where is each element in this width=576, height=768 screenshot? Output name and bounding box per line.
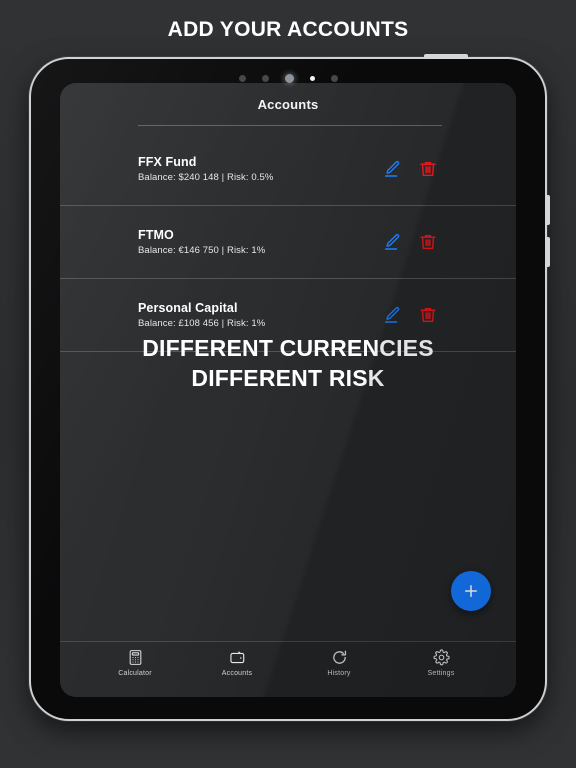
account-info: FTMO Balance: €146 750 | Risk: 1%: [138, 228, 265, 256]
account-info: FFX Fund Balance: $240 148 | Risk: 0.5%: [138, 155, 273, 183]
pencil-icon[interactable]: [382, 159, 402, 179]
account-details: Balance: $240 148 | Risk: 0.5%: [138, 172, 274, 183]
wallet-icon: [229, 649, 246, 666]
row-actions: [382, 159, 438, 179]
header-divider: [138, 125, 442, 126]
overlay-copy-line-1: DIFFERENT CURRENCIES: [142, 335, 434, 361]
gear-icon: [432, 649, 450, 666]
power-button[interactable]: [424, 54, 468, 59]
page-title: ADD YOUR ACCOUNTS: [167, 18, 409, 41]
trash-icon[interactable]: [418, 305, 438, 325]
tab-label: Calculator: [118, 670, 152, 677]
add-account-button[interactable]: [451, 571, 491, 611]
accounts-list: FFX Fund Balance: $240 148 | Risk: 0.5%: [60, 133, 516, 352]
table-row[interactable]: FFX Fund Balance: $240 148 | Risk: 0.5%: [60, 133, 516, 206]
carousel-dots[interactable]: [31, 70, 545, 86]
plus-icon: [462, 582, 480, 600]
table-row[interactable]: FTMO Balance: €146 750 | Risk: 1%: [60, 206, 516, 279]
tab-accounts[interactable]: Accounts: [201, 649, 273, 677]
tablet-device-frame: Accounts FFX Fund Balance: $240 148 | Ri…: [29, 54, 550, 721]
account-details: Balance: €146 750 | Risk: 1%: [138, 245, 266, 256]
trash-icon[interactable]: [418, 159, 438, 179]
carousel-dot-1[interactable]: [238, 74, 246, 82]
tab-label: Settings: [427, 670, 455, 677]
bottom-navigation: Calculator Accounts History Settings: [60, 641, 516, 697]
overlay-copy-line-2: DIFFERENT RISK: [191, 365, 385, 392]
refresh-icon: [331, 649, 348, 666]
trash-icon[interactable]: [418, 232, 438, 252]
screenshot-root: ADD YOUR ACCOUNTS Accounts FFX Fund Bala…: [0, 0, 576, 768]
account-name: FTMO: [138, 228, 174, 242]
tab-calculator[interactable]: Calculator: [99, 649, 171, 677]
volume-down-button[interactable]: [545, 237, 550, 267]
overlay-copy: DIFFERENT CURRENCIES DIFFERENT RISK: [60, 333, 516, 394]
carousel-dot-5[interactable]: [330, 74, 338, 82]
screen-title: Accounts: [257, 97, 319, 112]
carousel-dot-4-active[interactable]: [309, 75, 315, 81]
tab-settings[interactable]: Settings: [405, 649, 477, 677]
calculator-icon: [128, 649, 143, 666]
row-actions: [382, 232, 438, 252]
account-info: Personal Capital Balance: £108 456 | Ris…: [138, 301, 265, 329]
carousel-dot-3[interactable]: [284, 73, 294, 83]
account-name: Personal Capital: [138, 301, 238, 315]
account-details: Balance: £108 456 | Risk: 1%: [138, 318, 266, 329]
pencil-icon[interactable]: [382, 232, 402, 252]
account-name: FFX Fund: [138, 155, 197, 169]
tab-label: Accounts: [221, 670, 253, 677]
volume-up-button[interactable]: [545, 195, 550, 225]
carousel-dot-2[interactable]: [261, 74, 269, 82]
tab-history[interactable]: History: [303, 649, 375, 677]
app-screen: Accounts FFX Fund Balance: $240 148 | Ri…: [60, 83, 516, 697]
row-actions: [382, 305, 438, 325]
pencil-icon[interactable]: [382, 305, 402, 325]
tab-label: History: [327, 670, 351, 677]
